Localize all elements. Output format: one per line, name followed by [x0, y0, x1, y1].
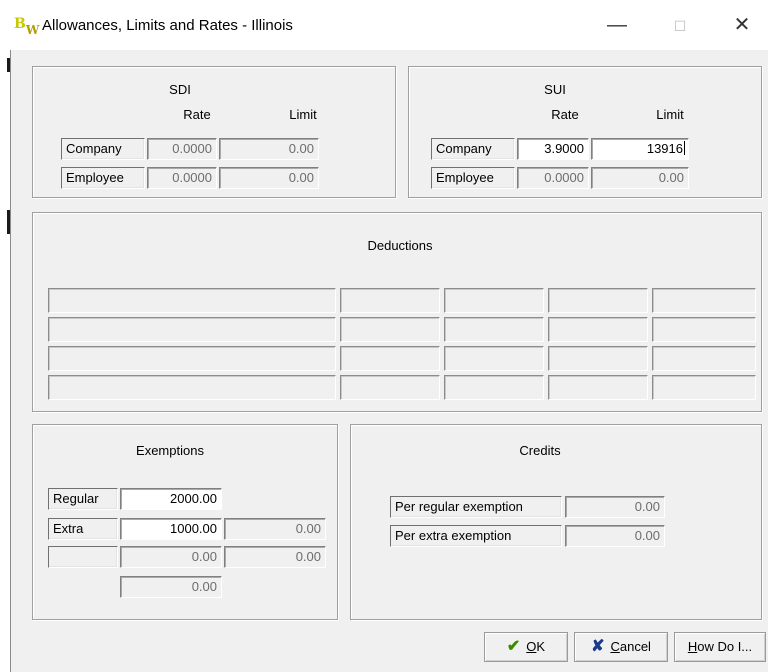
- exemptions-extra-field[interactable]: 1000.00: [120, 518, 222, 540]
- deduction-cell[interactable]: [548, 288, 648, 313]
- ok-button[interactable]: ✔ OK: [484, 632, 568, 662]
- sui-rate-header: Rate: [551, 107, 579, 122]
- deduction-cell[interactable]: [340, 288, 440, 313]
- text-cursor: [684, 141, 685, 155]
- deduction-cell[interactable]: [652, 288, 756, 313]
- window-title: Allowances, Limits and Rates - Illinois: [42, 17, 293, 34]
- credits-per-regular-label: Per regular exemption: [390, 496, 562, 518]
- sdi-employee-limit-field[interactable]: 0.00: [219, 167, 319, 189]
- checkmark-icon: ✔: [506, 638, 521, 655]
- how-do-i-button[interactable]: How Do I...: [674, 632, 766, 662]
- deduction-cell[interactable]: [340, 317, 440, 342]
- exemptions-row4-field[interactable]: 0.00: [120, 576, 222, 598]
- sdi-limit-header: Limit: [289, 107, 317, 122]
- deduction-cell[interactable]: [444, 375, 544, 400]
- credits-per-extra-label: Per extra exemption: [390, 525, 562, 547]
- cancel-x-icon: ✘: [591, 638, 605, 655]
- sdi-rate-header: Rate: [183, 107, 211, 122]
- exemptions-row3-field[interactable]: 0.00: [120, 546, 222, 568]
- deduction-cell[interactable]: [548, 346, 648, 371]
- sui-limit-header: Limit: [656, 107, 684, 122]
- sdi-company-label: Company: [61, 138, 145, 160]
- exemptions-extra-field-2[interactable]: 0.00: [224, 518, 326, 540]
- deduction-cell[interactable]: [652, 346, 756, 371]
- deduction-cell[interactable]: [548, 375, 648, 400]
- credits-per-extra-field[interactable]: 0.00: [565, 525, 665, 547]
- exemptions-extra-label: Extra: [48, 518, 118, 540]
- sui-company-label: Company: [431, 138, 515, 160]
- sui-company-rate-field[interactable]: 3.9000: [517, 138, 589, 160]
- deduction-cell[interactable]: [652, 375, 756, 400]
- sui-company-limit-field[interactable]: 13916: [591, 138, 689, 160]
- minimize-button[interactable]: —: [602, 14, 632, 38]
- sui-employee-label: Employee: [431, 167, 515, 189]
- sui-title: SUI: [544, 82, 566, 97]
- sdi-company-rate-field[interactable]: 0.0000: [147, 138, 217, 160]
- sdi-company-limit-field[interactable]: 0.00: [219, 138, 319, 160]
- exemptions-regular-label: Regular: [48, 488, 118, 510]
- deduction-cell[interactable]: [48, 346, 336, 371]
- deduction-cell[interactable]: [444, 288, 544, 313]
- close-button[interactable]: ✕: [727, 14, 757, 38]
- deductions-title: Deductions: [367, 238, 433, 253]
- deduction-cell[interactable]: [340, 375, 440, 400]
- sui-employee-limit-field[interactable]: 0.00: [591, 167, 689, 189]
- app-logo-icon: BW: [14, 16, 40, 37]
- sdi-title: SDI: [169, 82, 191, 97]
- exemptions-regular-field[interactable]: 2000.00: [120, 488, 222, 510]
- deductions-grid: [48, 288, 756, 404]
- credits-per-regular-field[interactable]: 0.00: [565, 496, 665, 518]
- sdi-employee-rate-field[interactable]: 0.0000: [147, 167, 217, 189]
- deduction-cell[interactable]: [48, 317, 336, 342]
- deduction-cell[interactable]: [652, 317, 756, 342]
- deduction-cell[interactable]: [48, 375, 336, 400]
- cancel-button[interactable]: ✘ Cancel: [574, 632, 668, 662]
- exemptions-title: Exemptions: [136, 443, 204, 458]
- background-edge: [0, 0, 10, 672]
- deduction-cell[interactable]: [444, 317, 544, 342]
- credits-title: Credits: [519, 443, 561, 458]
- exemptions-row3-label: [48, 546, 118, 568]
- sdi-employee-label: Employee: [61, 167, 145, 189]
- deduction-cell[interactable]: [340, 346, 440, 371]
- maximize-button[interactable]: ☐: [665, 14, 695, 38]
- sui-employee-rate-field[interactable]: 0.0000: [517, 167, 589, 189]
- deduction-cell[interactable]: [548, 317, 648, 342]
- exemptions-row3-field-2[interactable]: 0.00: [224, 546, 326, 568]
- deduction-cell[interactable]: [444, 346, 544, 371]
- deduction-cell[interactable]: [48, 288, 336, 313]
